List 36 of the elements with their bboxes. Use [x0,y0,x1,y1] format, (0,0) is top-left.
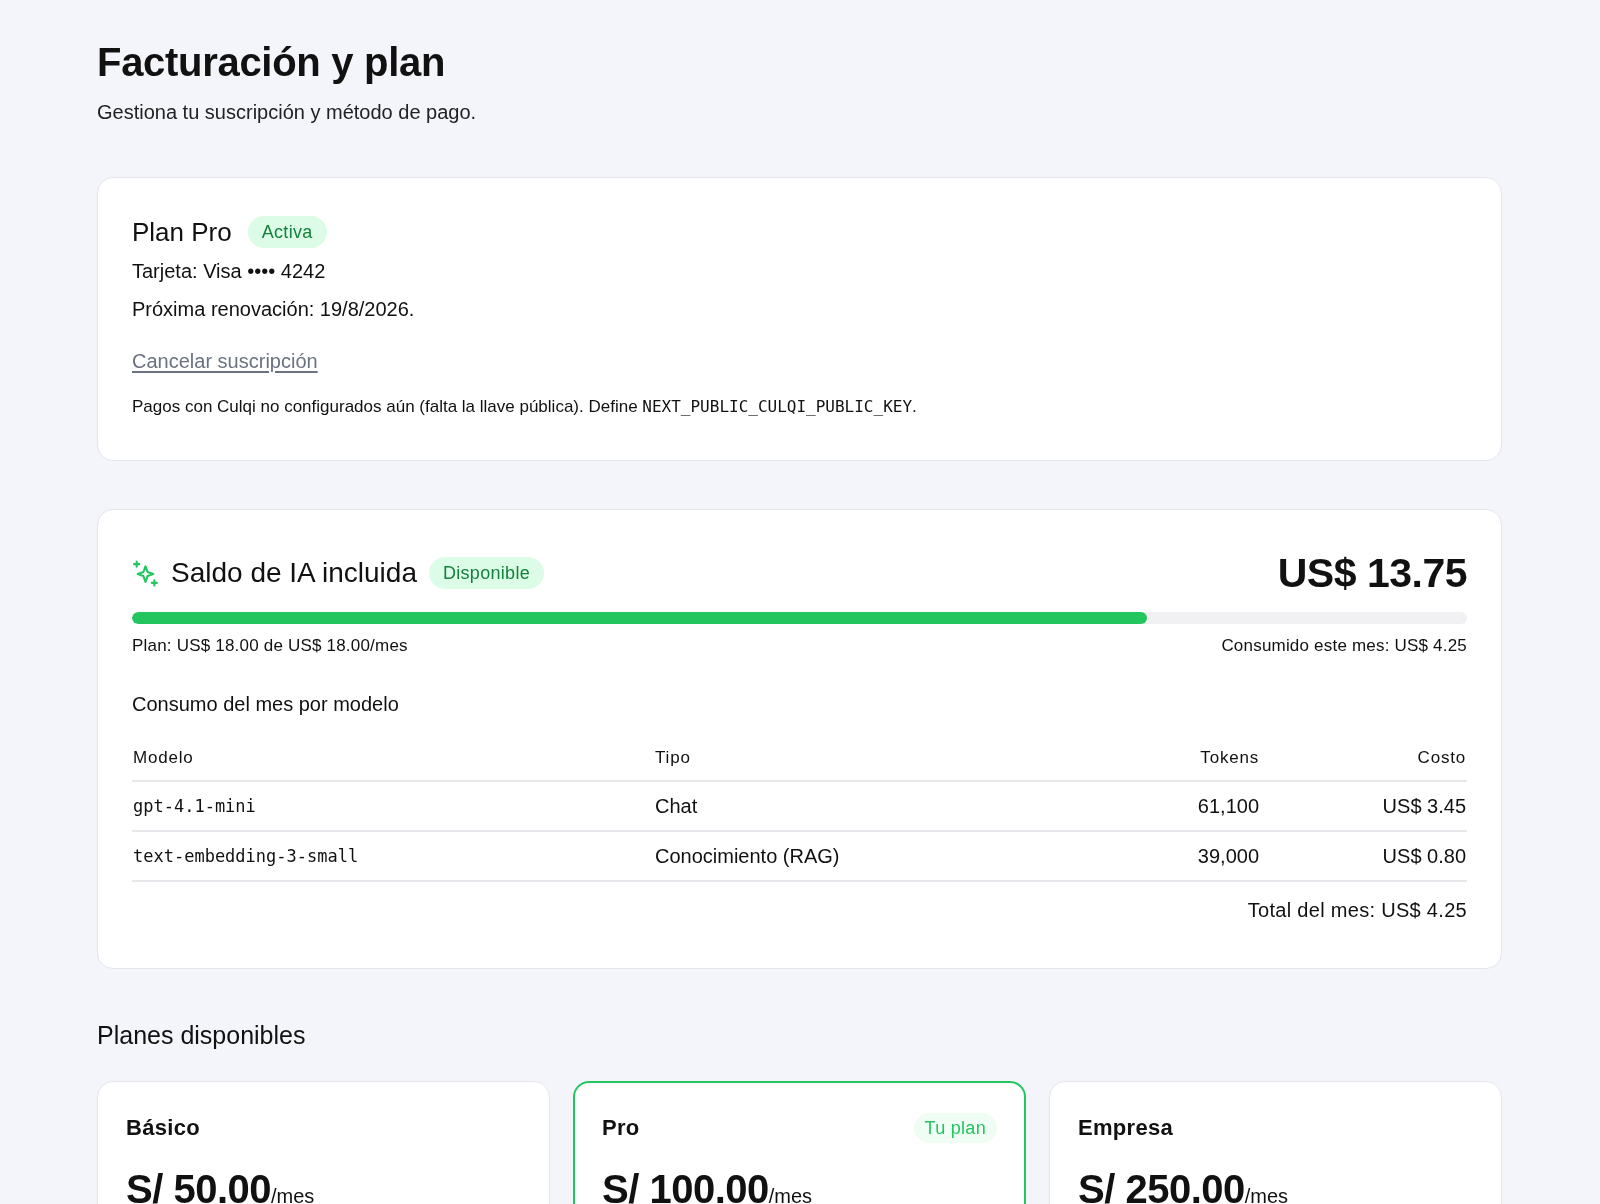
column-header: Tipo [654,748,692,768]
table-cell-text: 61,100 [1196,794,1260,818]
plan-title: Básico [126,1115,200,1141]
plan-title: Empresa [1078,1115,1174,1141]
status-badge: Activa [247,216,327,248]
card-info: Tarjeta: Visa •••• 4242 [132,259,327,284]
table-cell-text: text-embedding-3-small [132,846,360,866]
ai-balance-title: Saldo de IA incluida [171,556,417,590]
table-cell-text: US$ 3.45 [1381,794,1467,818]
consumed-amount: Consumido este mes: US$ 4.25 [1221,635,1467,657]
payment-notice: Pagos con Culqi no configurados aún (falta la llave pública). Define NEXT_PUBLIC_CULQI_PUBLIC_KEY. [132,396,918,418]
table-cell-text: 39,000 [1196,844,1260,868]
plan-allowance: Plan: US$ 18.00 de US$ 18.00/mes [132,635,408,657]
table-cell-text: Chat [654,794,699,818]
current-plan-badge: Tu plan [913,1113,997,1143]
sparkle-icon [132,559,159,587]
usage-title: Consumo del mes por modelo [132,692,400,717]
plan-price: S/ 250.00/mes [1078,1166,1290,1204]
column-header: Modelo [132,748,195,768]
table-cell-text: US$ 0.80 [1381,844,1467,868]
column-header: Costo [1416,748,1467,768]
monthly-total: Total del mes: US$ 4.25 [1247,898,1467,923]
balance-amount: US$ 13.75 [1277,549,1467,598]
column-header: Tokens [1199,748,1260,768]
cancel-subscription-link[interactable]: Cancelar suscripción [132,350,318,372]
renewal-date: Próxima renovación: 19/8/2026. [132,297,416,322]
plan-price: S/ 100.00/mes [602,1166,814,1204]
status-badge: Disponible [428,557,545,589]
plan-price: S/ 50.00/mes [126,1166,316,1204]
table-cell-text: gpt-4.1-mini [132,796,257,816]
plan-title: Pro [602,1115,640,1141]
page-subtitle: Gestiona tu suscripción y método de pago. [97,100,478,125]
plan-name: Plan Pro [132,216,232,249]
plans-heading: Planes disponibles [97,1020,307,1051]
table-cell-text: Conocimiento (RAG) [654,844,841,868]
page-title: Facturación y plan [97,39,447,86]
